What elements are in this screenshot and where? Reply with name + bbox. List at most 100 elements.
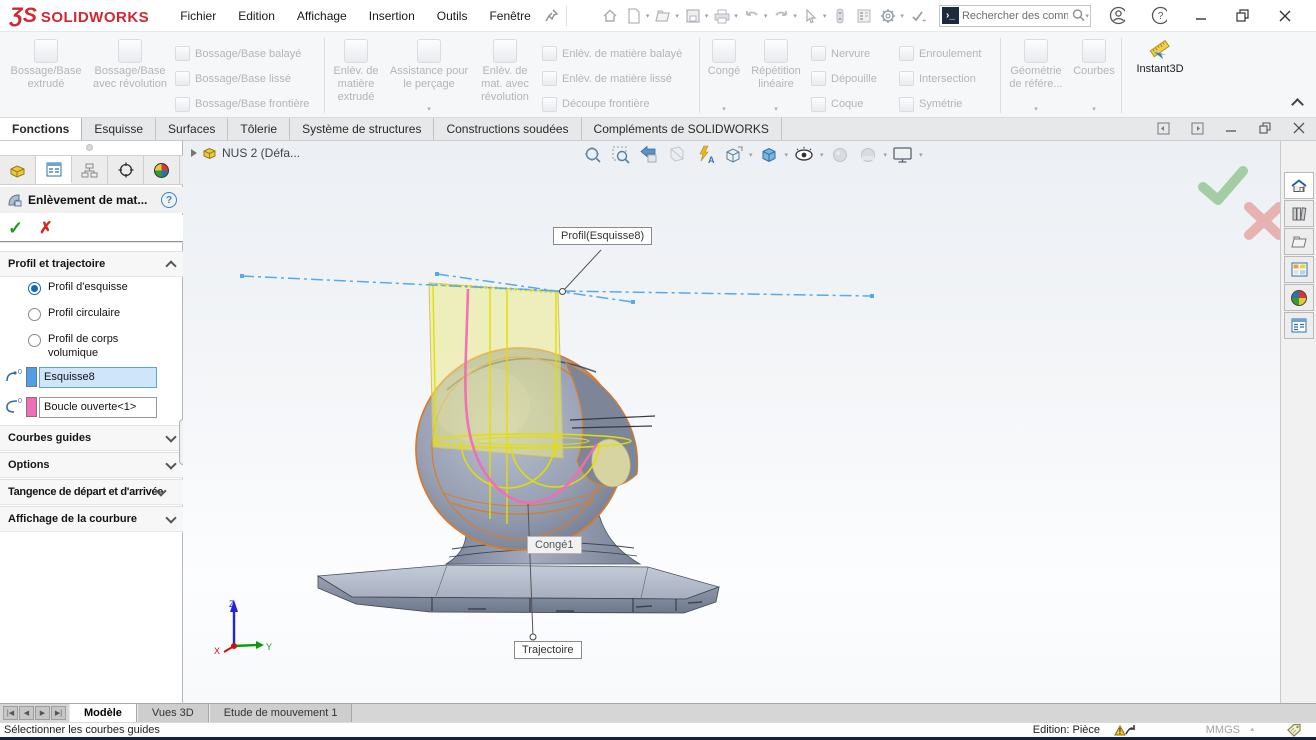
menu-edition[interactable]: Edition [229, 4, 284, 28]
view-palette-button[interactable] [1284, 256, 1314, 283]
menu-fenetre[interactable]: Fenêtre [480, 4, 539, 28]
zoom-to-fit-icon[interactable] [581, 143, 605, 167]
swept-boss-button[interactable]: Bossage/Base balayé [170, 41, 322, 66]
view-settings-icon[interactable] [891, 143, 915, 167]
selection-filter-icon[interactable] [829, 5, 851, 27]
settings-gear-icon[interactable] [877, 5, 899, 27]
appearances-button[interactable] [1284, 284, 1314, 311]
hole-wizard-button[interactable]: Assistance pour le perçage ▾ [385, 34, 473, 117]
boundary-cut-button[interactable]: Découpe frontière [537, 92, 697, 117]
group-tangency[interactable]: Tangence de départ et d'arrivée [0, 479, 183, 505]
boundary-boss-button[interactable]: Bossage/Base frontière [170, 92, 322, 117]
ok-button[interactable]: ✓ [8, 218, 23, 239]
extruded-cut-button[interactable]: Enlèv. de matière extrudé [327, 34, 385, 117]
tab-fonctions[interactable]: Fonctions [0, 118, 82, 140]
callout-trajectory[interactable]: Trajectoire [514, 641, 582, 659]
lofted-cut-button[interactable]: Enlèv. de matière lissé [537, 66, 697, 91]
open-document-icon[interactable] [652, 5, 674, 27]
revolved-cut-button[interactable]: Enlèv. de mat. avec révolution [473, 34, 537, 117]
scroll-prev-icon[interactable]: ◀ [19, 706, 34, 720]
lofted-boss-button[interactable]: Bossage/Base lissé [170, 66, 322, 91]
menu-insertion[interactable]: Insertion [360, 4, 424, 28]
display-manager-tab[interactable] [144, 156, 180, 184]
mirror-button[interactable]: Symétrie [894, 92, 998, 117]
save-icon[interactable] [682, 5, 704, 27]
radio-button[interactable] [28, 334, 41, 347]
dimxpert-manager-tab[interactable] [108, 156, 144, 184]
display-style-icon[interactable] [757, 143, 781, 167]
hide-show-items-icon[interactable] [792, 143, 816, 167]
reference-geometry-button[interactable]: Géométrie de référe... ▾ [1003, 34, 1069, 117]
graphics-viewport[interactable]: NUS 2 (Défa... A ▾ ▾ ▾ ▾ ▾ [183, 141, 1280, 703]
search-caret[interactable]: ▾ [1085, 12, 1089, 20]
menu-affichage[interactable]: Affichage [288, 4, 356, 28]
property-manager-tab[interactable] [36, 156, 72, 184]
minimize-button[interactable] [1193, 8, 1209, 24]
scroll-last-icon[interactable]: ▶| [51, 706, 66, 720]
confirmation-corner[interactable] [1203, 171, 1279, 235]
radio-solid-profile[interactable]: Profil de corps volumique [28, 333, 158, 361]
zoom-to-area-icon[interactable] [609, 143, 633, 167]
print-icon[interactable] [711, 5, 733, 27]
ribbon-collapse-chevron[interactable] [1291, 98, 1304, 111]
view-orientation-icon[interactable] [721, 143, 745, 167]
design-library-button[interactable] [1284, 200, 1314, 227]
instant3d-button[interactable]: Instant3D [1124, 34, 1196, 117]
cancel-button[interactable]: ✗ [39, 218, 52, 238]
group-profile-path[interactable]: Profil et trajectoire [0, 251, 183, 277]
redo-icon[interactable] [770, 5, 792, 27]
search-input[interactable] [959, 10, 1071, 22]
checkmark-tool-icon[interactable] [907, 5, 929, 27]
fillet-button[interactable]: Congé ▾ [702, 34, 746, 117]
rib-button[interactable]: Nervure [806, 41, 894, 66]
menu-fichier[interactable]: Fichier [171, 4, 225, 28]
section-view-icon[interactable] [665, 143, 689, 167]
tab-surfaces[interactable]: Surfaces [156, 118, 228, 140]
tab-systeme-structures[interactable]: Système de structures [290, 118, 434, 140]
apply-scene-icon[interactable] [856, 143, 880, 167]
hide-show-annotations-icon[interactable]: A [693, 143, 717, 167]
group-guide-curves[interactable]: Courbes guides [0, 425, 183, 451]
doc-minimize-button[interactable] [1224, 121, 1238, 135]
menu-outils[interactable]: Outils [428, 4, 477, 28]
home-icon[interactable] [599, 5, 621, 27]
pin-menu-icon[interactable] [544, 8, 560, 24]
command-search[interactable]: ›_ ▾ [939, 5, 1091, 27]
tab-complements[interactable]: Compléments de SOLIDWORKS [582, 118, 782, 140]
panel-help-icon[interactable]: ? [161, 192, 177, 208]
linear-pattern-button[interactable]: Répétition linéaire ▾ [746, 34, 806, 117]
previous-view-icon[interactable] [637, 143, 661, 167]
extruded-boss-button[interactable]: Bossage/Base extrudé [2, 34, 90, 117]
undo-icon[interactable] [741, 5, 763, 27]
tab-vues-3d[interactable]: Vues 3D [137, 704, 209, 722]
tab-esquisse[interactable]: Esquisse [82, 118, 156, 140]
radio-button-selected[interactable] [28, 282, 41, 295]
scroll-next-icon[interactable]: ▶ [35, 706, 50, 720]
tab-modele[interactable]: Modèle [69, 704, 137, 722]
callout-profile[interactable]: Profil(Esquisse8) [553, 227, 652, 245]
restore-button[interactable] [1235, 8, 1251, 24]
sketch-curves[interactable] [433, 285, 631, 524]
tab-etude-mouvement[interactable]: Etude de mouvement 1 [209, 704, 353, 722]
intersect-button[interactable]: Intersection [894, 66, 998, 91]
callout-fillet[interactable]: Congé1 [527, 536, 582, 554]
panel-drag-handle[interactable] [86, 144, 93, 151]
feature-tree-flyout[interactable]: NUS 2 (Défa... [191, 146, 300, 160]
pane-right-icon[interactable] [1190, 121, 1204, 135]
close-button[interactable] [1277, 8, 1293, 24]
group-curvature-display[interactable]: Affichage de la courbure [0, 506, 183, 532]
doc-close-button[interactable] [1292, 121, 1306, 135]
feature-manager-tab[interactable] [0, 156, 36, 184]
swept-cut-button[interactable]: Enlèv. de matière balayé [537, 41, 697, 66]
home-tab-button[interactable] [1284, 172, 1314, 199]
construction-lines[interactable] [240, 272, 874, 304]
tab-tolerie[interactable]: Tôlerie [228, 118, 290, 140]
units-caret-icon[interactable]: ▴ [1250, 725, 1254, 733]
radio-circular-profile[interactable]: Profil circulaire [28, 307, 178, 321]
task-list-icon[interactable] [853, 5, 875, 27]
search-icon[interactable] [1071, 8, 1086, 23]
configuration-manager-tab[interactable] [72, 156, 108, 184]
shell-button[interactable]: Coque [806, 92, 894, 117]
wrap-button[interactable]: Enroulement [894, 41, 998, 66]
profile-input[interactable] [39, 367, 157, 388]
